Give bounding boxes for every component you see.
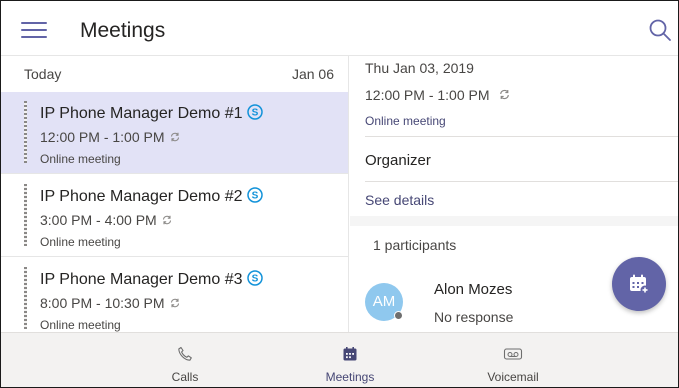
meeting-list: Today Jan 06 IP Phone Manager Demo #1 S 1… bbox=[1, 56, 349, 332]
svg-text:S: S bbox=[251, 191, 258, 202]
nav-meetings[interactable]: Meetings bbox=[295, 333, 405, 387]
nav-meetings-label: Meetings bbox=[325, 370, 375, 384]
svg-text:S: S bbox=[251, 274, 258, 285]
section-separator bbox=[350, 216, 678, 226]
details-date: Thu Jan 03, 2019 bbox=[365, 60, 474, 76]
meeting-time: 12:00 PM - 1:00 PM bbox=[40, 129, 165, 145]
meeting-item[interactable]: IP Phone Manager Demo #1 S 12:00 PM - 1:0… bbox=[1, 92, 348, 174]
skype-icon: S bbox=[246, 104, 263, 120]
meeting-kind: Online meeting bbox=[40, 318, 121, 332]
participants-count: 1 participants bbox=[373, 237, 457, 253]
skype-icon: S bbox=[246, 270, 263, 286]
header: Meetings bbox=[1, 1, 678, 56]
meeting-bar bbox=[24, 184, 27, 246]
presence-indicator bbox=[394, 311, 403, 320]
recurring-icon bbox=[169, 297, 181, 309]
meeting-item[interactable]: IP Phone Manager Demo #2 S 3:00 PM - 4:00… bbox=[1, 175, 348, 257]
menu-icon[interactable] bbox=[21, 21, 47, 39]
bottom-nav: Calls Meetings Voicemail bbox=[1, 332, 678, 387]
participant-status: No response bbox=[434, 309, 514, 325]
recurring-icon bbox=[161, 214, 173, 226]
divider bbox=[365, 181, 678, 182]
meeting-name: IP Phone Manager Demo #2 bbox=[40, 188, 243, 205]
voicemail-icon bbox=[503, 346, 523, 362]
meeting-kind: Online meeting bbox=[40, 152, 121, 166]
day-header: Today Jan 06 bbox=[1, 56, 348, 92]
recurring-icon bbox=[169, 131, 181, 143]
meeting-bar bbox=[24, 101, 27, 163]
organizer-label: Organizer bbox=[365, 152, 431, 169]
meeting-name: IP Phone Manager Demo #1 bbox=[40, 105, 243, 122]
search-icon[interactable] bbox=[648, 18, 672, 42]
divider bbox=[365, 136, 678, 137]
see-details-link[interactable]: See details bbox=[365, 192, 434, 208]
meeting-bar bbox=[24, 267, 27, 329]
meeting-name: IP Phone Manager Demo #3 bbox=[40, 271, 243, 288]
calendar-icon bbox=[342, 346, 358, 362]
new-meeting-button[interactable] bbox=[612, 257, 666, 311]
phone-icon bbox=[177, 346, 193, 362]
nav-voicemail[interactable]: Voicemail bbox=[458, 333, 568, 387]
day-date: Jan 06 bbox=[291, 66, 334, 82]
nav-calls-label: Calls bbox=[171, 370, 199, 384]
meeting-time: 8:00 PM - 10:30 PM bbox=[40, 295, 165, 311]
nav-calls[interactable]: Calls bbox=[130, 333, 240, 387]
nav-voicemail-label: Voicemail bbox=[487, 370, 539, 384]
page-title: Meetings bbox=[80, 19, 166, 42]
meeting-item[interactable]: IP Phone Manager Demo #3 S 8:00 PM - 10:3… bbox=[1, 258, 348, 332]
recurring-icon bbox=[498, 88, 511, 101]
skype-icon: S bbox=[246, 187, 263, 203]
details-kind: Online meeting bbox=[365, 114, 446, 128]
app-window: Meetings Today Jan 06 IP Phone Manager D… bbox=[0, 0, 679, 388]
day-label: Today bbox=[24, 66, 62, 82]
meeting-time: 3:00 PM - 4:00 PM bbox=[40, 212, 157, 228]
participant-name[interactable]: Alon Mozes bbox=[434, 281, 512, 298]
svg-text:S: S bbox=[251, 108, 258, 119]
meeting-kind: Online meeting bbox=[40, 235, 121, 249]
details-time: 12:00 PM - 1:00 PM bbox=[365, 87, 490, 103]
